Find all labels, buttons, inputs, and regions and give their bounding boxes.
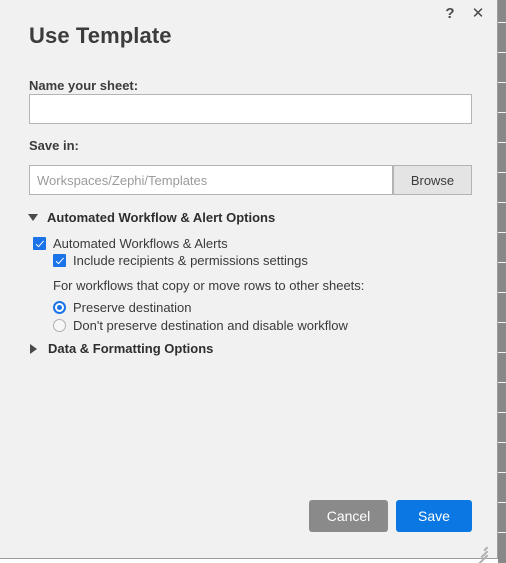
radio-row-preserve-destination[interactable]: Preserve destination [53, 300, 192, 315]
checkbox-automated-workflows[interactable] [33, 237, 46, 250]
checkbox-row-automated-workflows[interactable]: Automated Workflows & Alerts [33, 236, 228, 251]
label-include-recipients: Include recipients & permissions setting… [73, 253, 308, 268]
workflow-note-text: For workflows that copy or move rows to … [53, 278, 365, 293]
dialog-title: Use Template [29, 23, 172, 48]
background-spreadsheet-strip [498, 0, 506, 563]
resize-grip[interactable] [474, 542, 488, 563]
workflow-note: For workflows that copy or move rows to … [53, 278, 364, 293]
save-button[interactable]: Save [396, 500, 472, 532]
dialog-window-controls: ? ✕ [443, 6, 485, 21]
label-dont-preserve-destination: Don't preserve destination and disable w… [73, 318, 348, 333]
checkbox-include-recipients[interactable] [53, 254, 66, 267]
save-in-input[interactable] [29, 165, 393, 195]
use-template-dialog: ? ✕ Use Template Name your sheet: Save i… [0, 0, 498, 563]
section-header-automated-workflow[interactable]: Automated Workflow & Alert Options [28, 210, 275, 225]
screen: ? ✕ Use Template Name your sheet: Save i… [0, 0, 506, 563]
section-title-text: Automated Workflow & Alert Options [47, 210, 276, 225]
checkbox-row-include-recipients[interactable]: Include recipients & permissions setting… [53, 253, 308, 268]
cancel-button[interactable]: Cancel [309, 500, 388, 532]
radio-row-dont-preserve-destination[interactable]: Don't preserve destination and disable w… [53, 318, 348, 333]
save-in-label: Save in: [29, 138, 79, 153]
section-title-automated-workflow: Automated Workflow & Alert Options [42, 208, 280, 228]
label-automated-workflows: Automated Workflows & Alerts [53, 236, 228, 251]
label-preserve-destination: Preserve destination [73, 300, 192, 315]
name-sheet-label: Name your sheet: [29, 78, 139, 93]
radio-dont-preserve-destination[interactable] [53, 319, 66, 332]
section-header-data-formatting[interactable]: Data & Formatting Options [28, 341, 213, 356]
help-icon[interactable]: ? [443, 6, 457, 21]
chevron-down-icon [28, 214, 38, 221]
chevron-right-icon [30, 343, 37, 354]
radio-preserve-destination[interactable] [53, 301, 66, 314]
section-title-data-formatting: Data & Formatting Options [48, 341, 214, 356]
close-icon[interactable]: ✕ [471, 6, 485, 21]
browse-button[interactable]: Browse [393, 165, 472, 195]
name-sheet-input[interactable] [29, 94, 472, 124]
